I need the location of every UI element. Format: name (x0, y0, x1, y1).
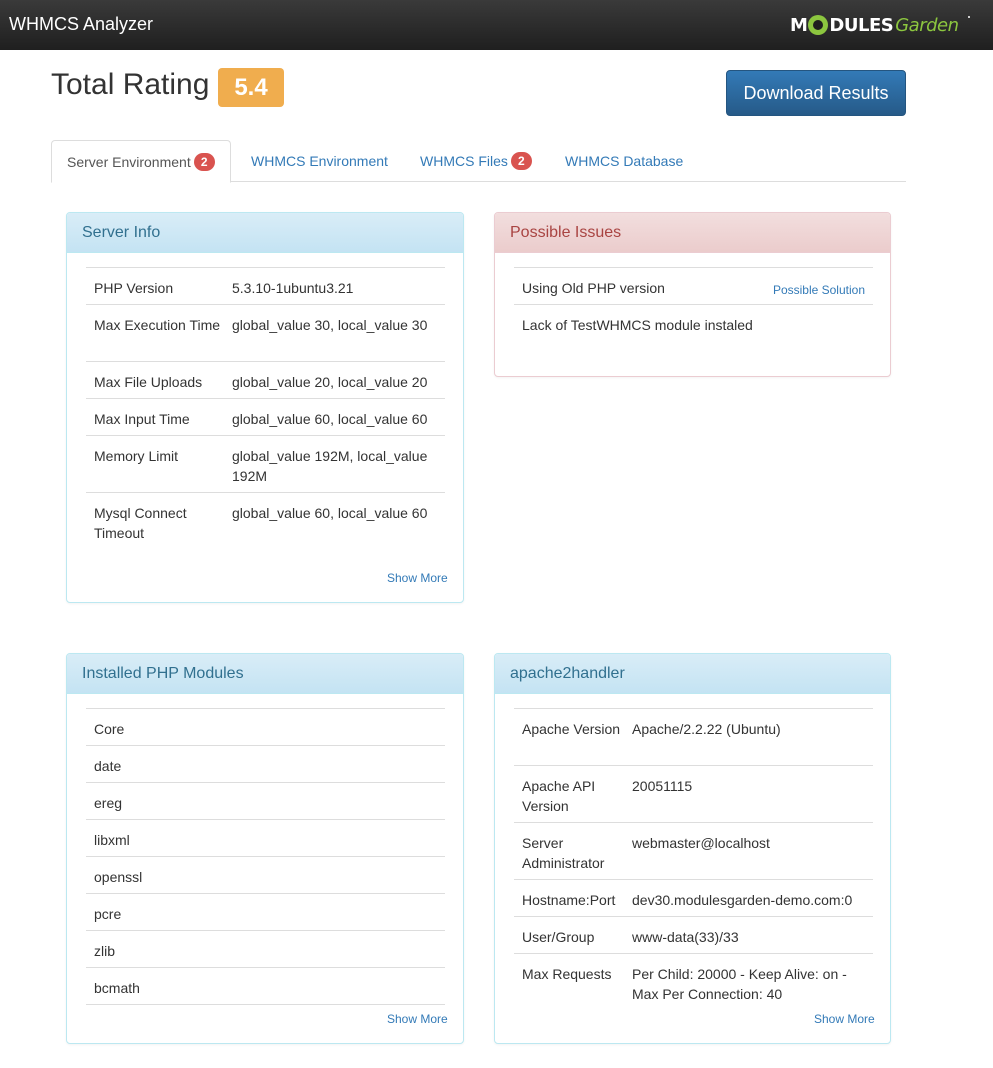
table-row: Apache API Version 20051115 (514, 765, 873, 823)
top-bar: WHMCS Analyzer M DULES Garden (0, 0, 993, 50)
table-row: Max Execution Time global_value 30, loca… (86, 304, 445, 362)
table-row: Server Administrator webmaster@localhost (514, 822, 873, 880)
list-item: openssl (86, 856, 445, 894)
list-item: Core (86, 708, 445, 746)
app-title: WHMCS Analyzer (9, 14, 154, 34)
topbar-dot (968, 16, 970, 18)
tab-whmcs-database[interactable]: WHMCS Database (565, 140, 683, 182)
list-item: Using Old PHP version Possible Solution (514, 267, 873, 305)
download-results-button[interactable]: Download Results (726, 70, 906, 116)
tab-whmcs-files[interactable]: WHMCS Files 2 (420, 140, 532, 182)
tab-badge: 2 (510, 152, 532, 170)
show-more-link[interactable]: Show More (387, 1012, 448, 1026)
table-row: User/Group www-data(33)/33 (514, 916, 873, 954)
table-row: Memory Limit global_value 192M, local_va… (86, 435, 445, 493)
possible-issues-title: Possible Issues (495, 213, 890, 253)
php-modules-title: Installed PHP Modules (67, 654, 463, 694)
server-info-title: Server Info (67, 213, 463, 253)
list-item: pcre (86, 893, 445, 931)
logo-o-icon (808, 15, 829, 35)
server-info-panel: Server Info PHP Version 5.3.10-1ubuntu3.… (66, 212, 464, 603)
show-more-link[interactable]: Show More (814, 1012, 875, 1026)
list-item: libxml (86, 819, 445, 857)
table-row: Max Requests Per Child: 20000 - Keep Ali… (514, 953, 873, 1011)
apache-panel: apache2handler Apache Version Apache/2.2… (494, 653, 891, 1044)
tab-badge: 2 (193, 153, 215, 171)
show-more-link[interactable]: Show More (387, 571, 448, 585)
list-item: zlib (86, 930, 445, 968)
possible-issues-panel: Possible Issues Using Old PHP version Po… (494, 212, 891, 377)
tab-whmcs-environment[interactable]: WHMCS Environment (251, 140, 388, 182)
table-row: Max File Uploads global_value 20, local_… (86, 361, 445, 399)
list-item: Lack of TestWHMCS module instaled (514, 304, 873, 342)
table-row: Hostname:Port dev30.modulesgarden-demo.c… (514, 879, 873, 917)
tab-server-environment[interactable]: Server Environment 2 (51, 140, 231, 183)
modulesgarden-logo[interactable]: M DULES Garden (790, 11, 959, 39)
table-row: Mysql Connect Timeout global_value 60, l… (86, 492, 445, 550)
tab-bar: Server Environment 2 WHMCS Environment WH… (51, 140, 906, 183)
php-modules-panel: Installed PHP Modules Core date ereg lib… (66, 653, 464, 1044)
list-item: bcmath (86, 967, 445, 1005)
list-item: ereg (86, 782, 445, 820)
list-item: date (86, 745, 445, 783)
table-row: Max Input Time global_value 60, local_va… (86, 398, 445, 436)
table-row: PHP Version 5.3.10-1ubuntu3.21 (86, 267, 445, 305)
rating-badge: 5.4 (218, 68, 284, 107)
possible-solution-link[interactable]: Possible Solution (773, 280, 865, 300)
table-row: Apache Version Apache/2.2.22 (Ubuntu) (514, 708, 873, 766)
apache-title: apache2handler (495, 654, 890, 694)
total-rating-title: Total Rating (51, 68, 210, 101)
